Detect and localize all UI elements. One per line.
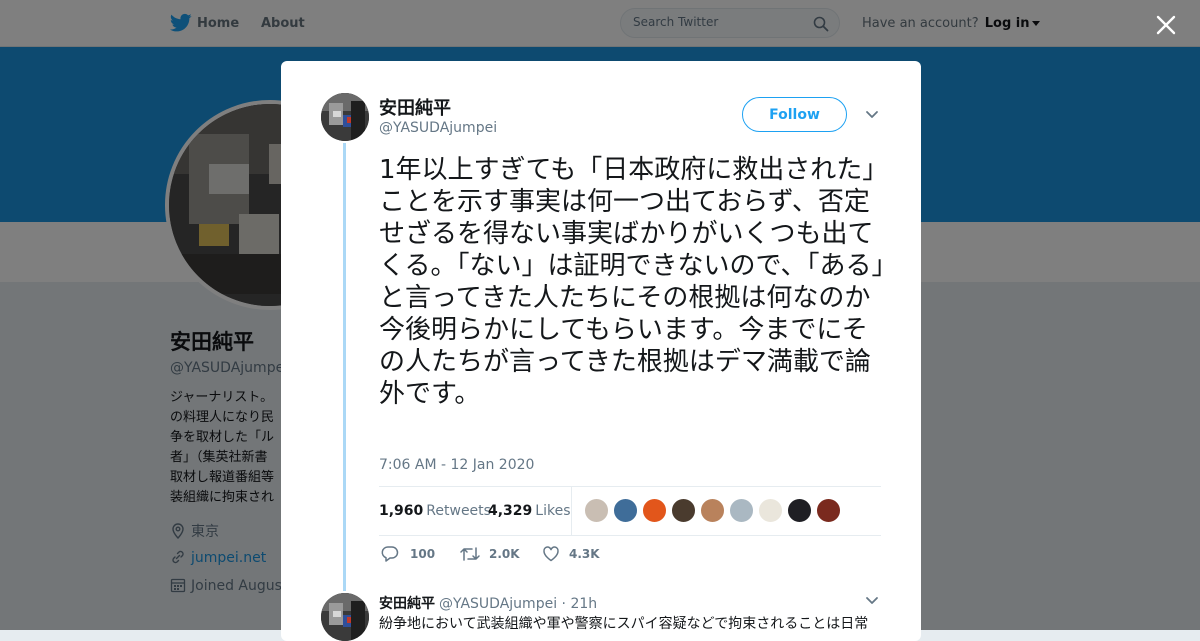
reply-avatar-image — [321, 593, 369, 641]
thread-line — [343, 143, 346, 591]
author-avatar[interactable] — [321, 93, 369, 141]
reply-text: 紛争地において武装組織や軍や警察にスパイ容疑などで拘束されることは日常 — [379, 616, 869, 632]
likes-label: Likes — [535, 503, 571, 519]
liker-avatar[interactable] — [700, 498, 725, 523]
chevron-down-icon[interactable] — [864, 109, 880, 121]
author-avatar-image — [321, 93, 369, 141]
reply-separator: · — [561, 596, 566, 612]
liker-avatar[interactable] — [729, 498, 754, 523]
retweets-label: Retweets — [426, 503, 491, 519]
heart-icon — [543, 546, 559, 562]
likes-stat[interactable]: 4,329 Likes — [488, 503, 571, 519]
likes-count: 4,329 — [488, 503, 533, 519]
reply-tweet[interactable]: 安田純平 @YASUDAjumpei · 21h 紛争地において武装組織や軍や警察… — [281, 589, 921, 641]
reply-author-name[interactable]: 安田純平 — [379, 596, 435, 612]
tweet-timestamp[interactable]: 7:06 AM - 12 Jan 2020 — [379, 457, 534, 473]
liker-avatar[interactable] — [758, 498, 783, 523]
stats-divider — [571, 487, 572, 535]
liker-avatar[interactable] — [816, 498, 841, 523]
liker-avatar[interactable] — [584, 498, 609, 523]
author-handle[interactable]: @YASUDAjumpei — [379, 120, 497, 136]
tweet-stats: 1,960 Retweets 4,329 Likes — [379, 486, 881, 536]
retweet-count: 2.0K — [489, 547, 520, 561]
liker-avatar[interactable] — [642, 498, 667, 523]
author-name[interactable]: 安田純平 — [379, 94, 451, 120]
reply-count: 100 — [410, 547, 436, 561]
close-icon[interactable] — [1152, 11, 1180, 39]
reply-time[interactable]: 21h — [570, 596, 597, 612]
follow-button[interactable]: Follow — [742, 97, 847, 132]
reply-header: 安田純平 @YASUDAjumpei · 21h — [379, 593, 597, 613]
reply-icon — [381, 546, 399, 562]
retweet-icon — [460, 547, 480, 561]
chevron-down-icon[interactable] — [864, 595, 880, 607]
tweet-actions: 100 2.0K 4.3K — [381, 542, 781, 566]
like-count: 4.3K — [569, 547, 600, 561]
liker-avatar[interactable] — [613, 498, 638, 523]
reply-author-handle[interactable]: @YASUDAjumpei — [439, 596, 557, 612]
retweets-count: 1,960 — [379, 503, 424, 519]
retweets-stat[interactable]: 1,960 Retweets — [379, 503, 491, 519]
liker-avatar[interactable] — [671, 498, 696, 523]
tweet-text: 1年以上すぎても「日本政府に救出された」ことを示す事実は何一つ出ておらず、否定せ… — [379, 155, 885, 409]
liker-avatar[interactable] — [787, 498, 812, 523]
reply-avatar[interactable] — [321, 593, 369, 641]
tweet-modal: 安田純平 @YASUDAjumpei Follow 1年以上すぎても「日本政府に… — [281, 61, 921, 641]
